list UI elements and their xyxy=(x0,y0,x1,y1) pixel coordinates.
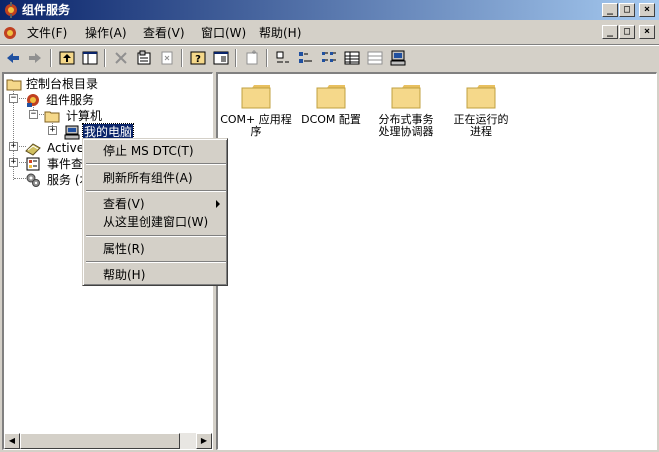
svg-text:?: ? xyxy=(195,54,201,65)
forward-arrow-icon xyxy=(29,53,41,63)
computer-button[interactable] xyxy=(388,48,408,68)
export-list-button[interactable] xyxy=(157,48,177,68)
component-services-window: 组件服务 _ □ × 文件(F) 操作(A) 查看(V) 窗口(W) 帮助(H)… xyxy=(0,0,659,452)
result-pane[interactable]: COM+ 应用程 序 DCOM 配置 分布式事务 处理协调器 正在运行的 进程 xyxy=(216,72,657,450)
menu-separator xyxy=(86,190,226,192)
context-menu: 停止 MS DTC(T) 刷新所有组件(A) 查看(V) 从这里创建窗口(W) … xyxy=(82,138,228,286)
component-services-icon xyxy=(27,94,39,107)
menu-item-help[interactable]: 帮助(H) xyxy=(86,266,226,284)
close-button[interactable]: × xyxy=(639,3,655,17)
show-action-pane-button[interactable] xyxy=(211,48,231,68)
tree-expander[interactable]: − xyxy=(29,110,38,119)
scroll-thumb[interactable] xyxy=(20,433,180,449)
menu-item-properties[interactable]: 属性(R) xyxy=(86,240,226,258)
event-viewer-icon xyxy=(26,157,40,171)
new-window-icon xyxy=(246,50,258,65)
delete-button[interactable] xyxy=(111,48,131,68)
back-arrow-icon xyxy=(7,53,19,63)
folder-icon xyxy=(241,85,271,109)
menu-item-stop-msdtc[interactable]: 停止 MS DTC(T) xyxy=(86,142,226,160)
scroll-left-button[interactable]: ◀ xyxy=(4,433,20,449)
toolbar-separator xyxy=(235,49,237,67)
new-item-button[interactable] xyxy=(242,48,262,68)
list-view-button[interactable] xyxy=(319,48,339,68)
component-services-icon[interactable] xyxy=(2,25,18,41)
help-icon: ? xyxy=(190,51,206,65)
delete-icon xyxy=(115,52,127,64)
detail-view-icon xyxy=(344,51,360,65)
tree-expander[interactable]: + xyxy=(9,158,18,167)
list-view-icon xyxy=(322,52,336,62)
gear-icon xyxy=(26,173,40,187)
doc-minimize-button[interactable]: _ xyxy=(602,25,618,39)
menu-separator xyxy=(86,235,226,237)
list-item-distributed-transaction-coordinator[interactable]: 分布式事务 处理协调器 xyxy=(368,82,444,138)
toolbar-separator xyxy=(181,49,183,67)
list-item-running-processes[interactable]: 正在运行的 进程 xyxy=(443,82,519,138)
tree-expander[interactable]: + xyxy=(9,142,18,151)
properties-button[interactable] xyxy=(134,48,154,68)
doc-restore-button[interactable]: □ xyxy=(619,25,635,39)
window-title: 组件服务 xyxy=(22,3,71,17)
toolbar-separator xyxy=(104,49,106,67)
help-button[interactable]: ? xyxy=(188,48,208,68)
new-window-icon xyxy=(213,51,229,65)
folder-icon xyxy=(6,79,22,91)
forward-button[interactable] xyxy=(25,48,45,68)
menu-bar: 文件(F) 操作(A) 查看(V) 窗口(W) 帮助(H) xyxy=(0,22,659,44)
minimize-button[interactable]: _ xyxy=(602,3,618,17)
folder-icon xyxy=(316,85,346,109)
small-icons-icon xyxy=(299,52,312,63)
folder-icon xyxy=(391,85,421,109)
doc-close-button[interactable]: × xyxy=(639,25,655,39)
menu-file[interactable]: 文件(F) xyxy=(27,26,67,40)
large-icons-icon xyxy=(276,51,289,63)
menu-separator xyxy=(86,163,226,165)
menu-action[interactable]: 操作(A) xyxy=(85,26,127,40)
toolbar-separator xyxy=(50,49,52,67)
submenu-arrow-icon xyxy=(216,200,220,208)
show-tree-icon xyxy=(82,51,98,65)
menu-item-refresh-all[interactable]: 刷新所有组件(A) xyxy=(86,169,226,187)
menu-item-new-window[interactable]: 从这里创建窗口(W) xyxy=(86,213,226,231)
filter-button[interactable] xyxy=(365,48,385,68)
book-icon xyxy=(25,143,41,156)
menu-help[interactable]: 帮助(H) xyxy=(259,26,301,40)
detail-view-icon xyxy=(367,51,383,65)
list-item-dcom-config[interactable]: DCOM 配置 xyxy=(293,82,369,126)
folder-icon xyxy=(466,85,496,109)
maximize-button[interactable]: □ xyxy=(619,3,635,17)
back-button[interactable] xyxy=(3,48,23,68)
large-icons-button[interactable] xyxy=(273,48,293,68)
detail-view-button[interactable] xyxy=(342,48,362,68)
computer-icon xyxy=(64,125,80,140)
menu-view[interactable]: 查看(V) xyxy=(143,26,185,40)
folder-up-icon xyxy=(59,51,75,65)
properties-icon xyxy=(137,50,151,65)
menu-separator xyxy=(86,261,226,263)
toolbar-separator xyxy=(266,49,268,67)
show-hide-tree-button[interactable] xyxy=(80,48,100,68)
up-level-button[interactable] xyxy=(57,48,77,68)
toolbar: ? xyxy=(0,46,659,70)
component-services-icon xyxy=(5,2,17,18)
menu-item-view-label: 查看(V) xyxy=(103,197,145,211)
menu-window[interactable]: 窗口(W) xyxy=(201,26,246,40)
list-item-com-applications[interactable]: COM+ 应用程 序 xyxy=(218,82,294,138)
computer-icon xyxy=(390,50,406,66)
folder-icon xyxy=(44,111,60,123)
menu-item-view[interactable]: 查看(V) xyxy=(86,195,226,213)
tree-expander[interactable]: + xyxy=(48,126,57,135)
title-bar[interactable]: 组件服务 _ □ × xyxy=(0,0,659,20)
export-icon xyxy=(161,51,173,65)
tree-horizontal-scrollbar[interactable]: ◀ ▶ xyxy=(4,433,212,449)
small-icons-button[interactable] xyxy=(296,48,316,68)
scroll-right-button[interactable]: ▶ xyxy=(196,433,212,449)
tree-expander[interactable]: − xyxy=(9,94,18,103)
